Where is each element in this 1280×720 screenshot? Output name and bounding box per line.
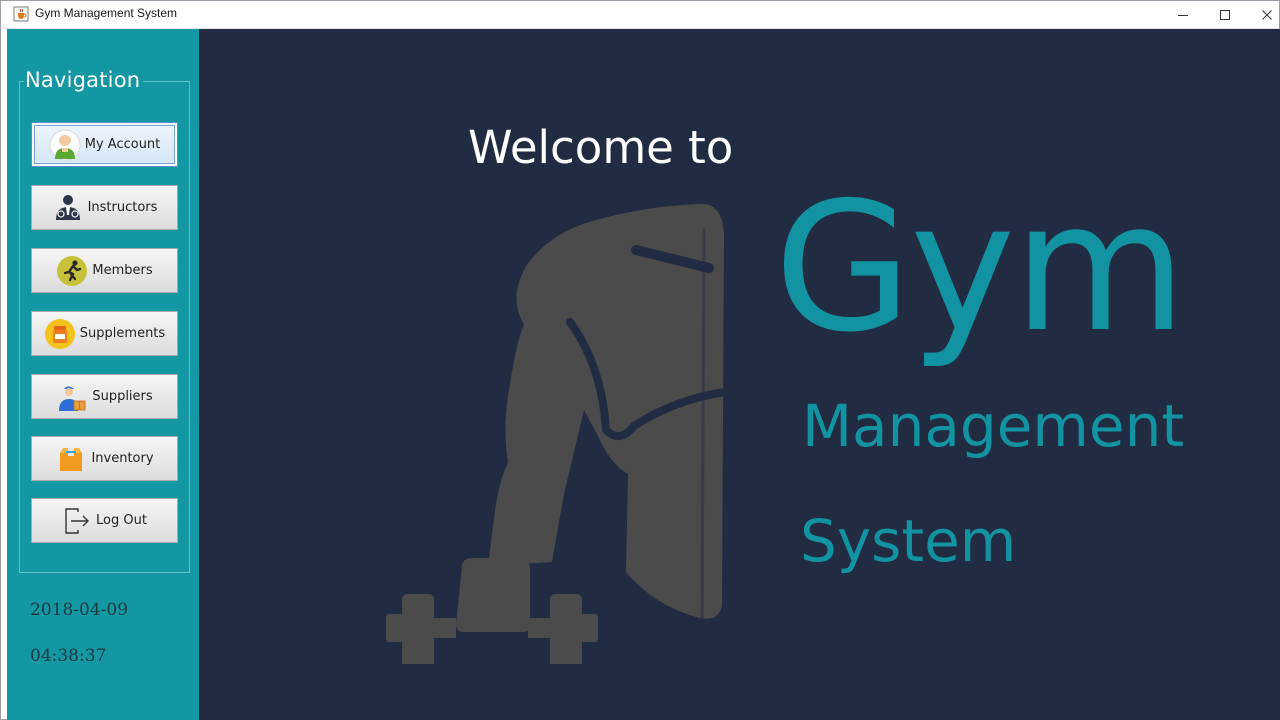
inventory-label: Inventory [91, 451, 154, 466]
instructors-label: Instructors [87, 200, 158, 215]
java-cup-icon [13, 6, 29, 22]
supplements-button[interactable]: Supplements [31, 311, 178, 356]
supplements-label: Supplements [79, 326, 166, 341]
title-bar: Gym Management System [1, 1, 1279, 29]
current-date: 2018-04-09 [30, 600, 129, 620]
app-window: Gym Management System Navigation My Acco… [0, 0, 1280, 720]
bodybuilder-dumbbell-icon [386, 203, 728, 664]
maximize-button[interactable] [1203, 1, 1247, 28]
user-avatar-icon [49, 129, 81, 160]
supplement-jar-icon [44, 318, 75, 349]
window-title: Gym Management System [35, 6, 178, 20]
box-icon [60, 447, 83, 471]
my-account-button[interactable]: My Account [31, 122, 178, 167]
logout-icon [65, 507, 90, 534]
runner-icon [57, 255, 88, 286]
suppliers-button[interactable]: Suppliers [31, 374, 178, 419]
navigation-sidebar: Navigation My Account Instructors Member… [7, 29, 199, 720]
minimize-icon [1178, 14, 1188, 16]
instructors-button[interactable]: Instructors [31, 185, 178, 230]
close-button[interactable] [1245, 1, 1280, 28]
my-account-label: My Account [84, 137, 161, 152]
logo-management-text: Management [802, 392, 1185, 460]
inventory-button[interactable]: Inventory [31, 436, 178, 481]
log-out-label: Log Out [96, 513, 147, 528]
current-time: 04:38:37 [30, 646, 107, 666]
navigation-title: Navigation [24, 68, 144, 92]
minimize-button[interactable] [1161, 1, 1205, 28]
suppliers-label: Suppliers [92, 389, 153, 404]
welcome-heading: Welcome to [468, 121, 734, 174]
log-out-button[interactable]: Log Out [31, 498, 178, 543]
maximize-icon [1220, 9, 1230, 20]
instructor-icon [55, 194, 80, 220]
members-button[interactable]: Members [31, 248, 178, 293]
logo-system-text: System [800, 507, 1017, 575]
close-icon [1262, 9, 1272, 20]
members-label: Members [92, 263, 153, 278]
delivery-person-icon [59, 386, 86, 411]
logo-gym-text: Gym [774, 164, 1187, 371]
welcome-panel: Welcome to Gym Management System [199, 29, 1280, 720]
